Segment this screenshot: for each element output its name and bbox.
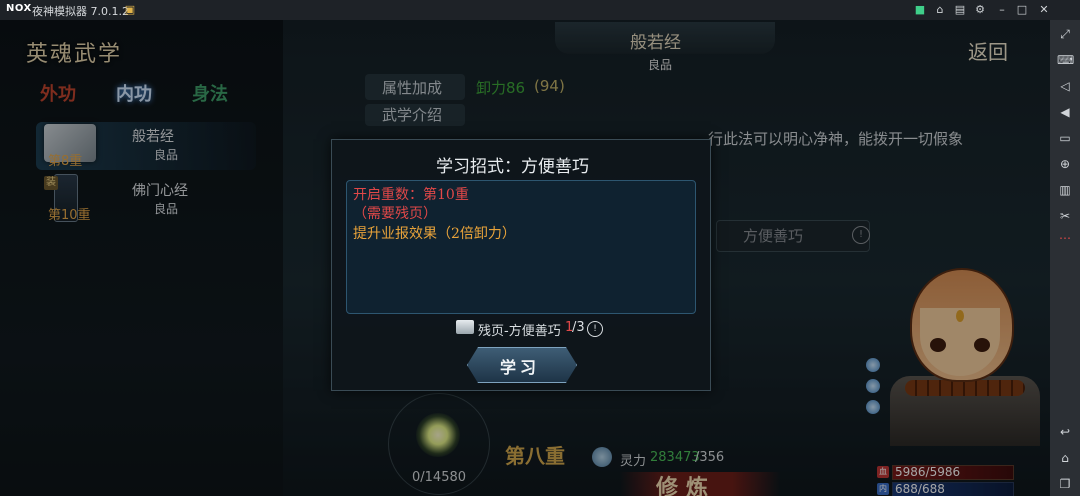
info-icon[interactable]: ! (587, 321, 603, 337)
print-icon[interactable]: ▥ (1057, 182, 1073, 198)
shirt-icon[interactable]: ▤ (952, 2, 968, 18)
screen-icon[interactable]: ▭ (1057, 130, 1073, 146)
minimize-icon[interactable]: – (994, 2, 1010, 18)
pin-icon[interactable]: ⌂ (932, 2, 948, 18)
window-title: 夜神模拟器 7.0.1.2 (32, 5, 129, 18)
recent-icon[interactable]: ❐ (1057, 476, 1073, 492)
more-icon[interactable]: ⋯ (1057, 230, 1073, 246)
volume-down-icon[interactable]: ◁ (1057, 78, 1073, 94)
volume-up-icon[interactable]: ◀ (1057, 104, 1073, 120)
unlock-requirement: 开启重数：第10重 (353, 187, 469, 203)
keyboard-icon[interactable]: ⌨ (1057, 52, 1074, 68)
home-icon[interactable]: ⌂ (1057, 450, 1073, 466)
learn-move-dialog: 学习招式：方便善巧 开启重数：第10重 （需要残页） 提升业报效果（2倍卸力） … (331, 139, 711, 391)
requirement-label: 残页-方便善巧 (478, 324, 561, 339)
nox-logo: NOX (6, 3, 32, 14)
maximize-icon[interactable]: □ (1014, 2, 1030, 18)
add-apk-icon[interactable]: ⊕ (1057, 156, 1073, 172)
learn-button-label: 学习 (500, 358, 541, 377)
android-icon[interactable]: ■ (912, 2, 928, 18)
page-icon (456, 320, 474, 334)
game-tab-icon[interactable]: ▣ (122, 2, 138, 18)
requirement-total: /3 (572, 320, 585, 335)
dialog-content-box: 开启重数：第10重 （需要残页） 提升业报效果（2倍卸力） (346, 180, 696, 314)
back-icon[interactable]: ↩ (1057, 424, 1073, 440)
emulator-titlebar: NOX 夜神模拟器 7.0.1.2 ▣ ■ ⌂ ▤ ⚙ – □ ✕ (0, 0, 1080, 20)
emulator-sidebar: ⤢ ⌨ ◁ ◀ ▭ ⊕ ▥ ✂ ⋯ ↩ ⌂ ❐ (1050, 20, 1080, 496)
effect-text: 提升业报效果（2倍卸力） (353, 226, 516, 242)
fullscreen-icon[interactable]: ⤢ (1057, 26, 1073, 42)
dialog-title: 学习招式：方便善巧 (436, 157, 589, 177)
close-icon[interactable]: ✕ (1036, 2, 1052, 18)
cut-icon[interactable]: ✂ (1057, 208, 1073, 224)
settings-icon[interactable]: ⚙ (972, 2, 988, 18)
game-screen: 英魂武学 外功 内功 身法 第8重 般若经 良品 装 第10重 佛门心经 良品 … (0, 20, 1050, 496)
unlock-note: （需要残页） (353, 206, 437, 222)
